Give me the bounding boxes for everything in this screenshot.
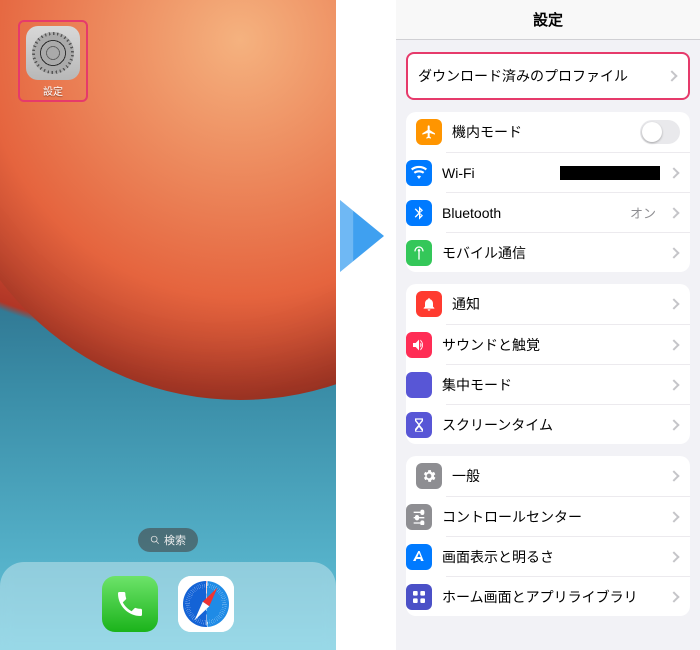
system-group: 一般 コントロールセンター 画面表示と明るさ ホーム画面とアプリライブラリ <box>406 456 690 616</box>
spotlight-search-pill[interactable]: 検索 <box>138 528 198 552</box>
control-center-row[interactable]: コントロールセンター <box>446 496 690 536</box>
control-center-label: コントロールセンター <box>442 507 660 527</box>
screentime-row[interactable]: スクリーンタイム <box>446 404 690 444</box>
settings-app-icon <box>26 26 80 80</box>
notifications-label: 通知 <box>452 294 660 314</box>
connectivity-group: 機内モード Wi-Fi Bluetooth オン モバイル通信 <box>406 112 690 272</box>
cellular-label: モバイル通信 <box>442 243 660 263</box>
settings-app-label: 設定 <box>20 83 86 98</box>
downloaded-profile-label: ダウンロード済みのプロファイル <box>418 66 658 86</box>
safari-app-icon[interactable] <box>178 576 234 632</box>
chevron-right-icon <box>668 379 679 390</box>
phone-app-icon[interactable] <box>102 576 158 632</box>
hourglass-icon <box>406 412 432 438</box>
antenna-icon <box>406 240 432 266</box>
sliders-icon <box>406 504 432 530</box>
search-icon <box>150 535 160 545</box>
gear-icon <box>416 463 442 489</box>
chevron-right-icon <box>668 207 679 218</box>
sounds-row[interactable]: サウンドと触覚 <box>446 324 690 364</box>
chevron-right-icon <box>668 551 679 562</box>
chevron-right-icon <box>668 470 679 481</box>
general-row[interactable]: 一般 <box>406 456 690 496</box>
chevron-right-icon <box>668 247 679 258</box>
speaker-icon <box>406 332 432 358</box>
wifi-icon <box>406 160 432 186</box>
downloaded-profile-group: ダウンロード済みのプロファイル <box>406 52 690 100</box>
chevron-right-icon <box>668 419 679 430</box>
text-size-icon <box>406 544 432 570</box>
wifi-label: Wi-Fi <box>442 165 550 181</box>
gear-icon <box>32 32 74 74</box>
display-row[interactable]: 画面表示と明るさ <box>446 536 690 576</box>
wifi-row[interactable]: Wi-Fi <box>446 152 690 192</box>
chevron-right-icon <box>668 298 679 309</box>
screentime-label: スクリーンタイム <box>442 415 660 435</box>
focus-row[interactable]: 集中モード <box>446 364 690 404</box>
airplane-icon <box>416 119 442 145</box>
bluetooth-row[interactable]: Bluetooth オン <box>446 192 690 232</box>
settings-app-tile[interactable]: 設定 <box>18 20 88 102</box>
display-label: 画面表示と明るさ <box>442 547 660 567</box>
chevron-right-icon <box>668 339 679 350</box>
home-screen-label: ホーム画面とアプリライブラリ <box>442 587 660 607</box>
airplane-label: 機内モード <box>452 122 630 142</box>
chevron-right-icon <box>668 511 679 522</box>
chevron-right-icon <box>666 70 677 81</box>
airplane-toggle[interactable] <box>640 120 680 144</box>
chevron-right-icon <box>668 167 679 178</box>
iphone-home-screen: 設定 検索 <box>0 0 336 650</box>
alerts-group: 通知 サウンドと触覚 集中モード スクリーンタイム <box>406 284 690 444</box>
notifications-row[interactable]: 通知 <box>406 284 690 324</box>
general-label: 一般 <box>452 466 660 486</box>
chevron-right-icon <box>668 591 679 602</box>
bluetooth-icon <box>406 200 432 226</box>
apps-grid-icon <box>406 584 432 610</box>
bell-icon <box>416 291 442 317</box>
wifi-value <box>560 166 660 180</box>
airplane-mode-row[interactable]: 機内モード <box>406 112 690 152</box>
flow-arrow-icon <box>340 200 384 272</box>
home-dock <box>0 562 336 650</box>
spotlight-search-label: 検索 <box>164 532 186 548</box>
moon-icon <box>406 372 432 398</box>
home-screen-row[interactable]: ホーム画面とアプリライブラリ <box>446 576 690 616</box>
bluetooth-value: オン <box>630 203 660 222</box>
cellular-row[interactable]: モバイル通信 <box>446 232 690 272</box>
bluetooth-label: Bluetooth <box>442 205 620 221</box>
sounds-label: サウンドと触覚 <box>442 335 660 355</box>
focus-label: 集中モード <box>442 375 660 395</box>
settings-title: 設定 <box>396 0 700 40</box>
iphone-settings-screen: 設定 ダウンロード済みのプロファイル 機内モード Wi-Fi Bl <box>396 0 700 650</box>
downloaded-profile-row[interactable]: ダウンロード済みのプロファイル <box>408 54 688 98</box>
